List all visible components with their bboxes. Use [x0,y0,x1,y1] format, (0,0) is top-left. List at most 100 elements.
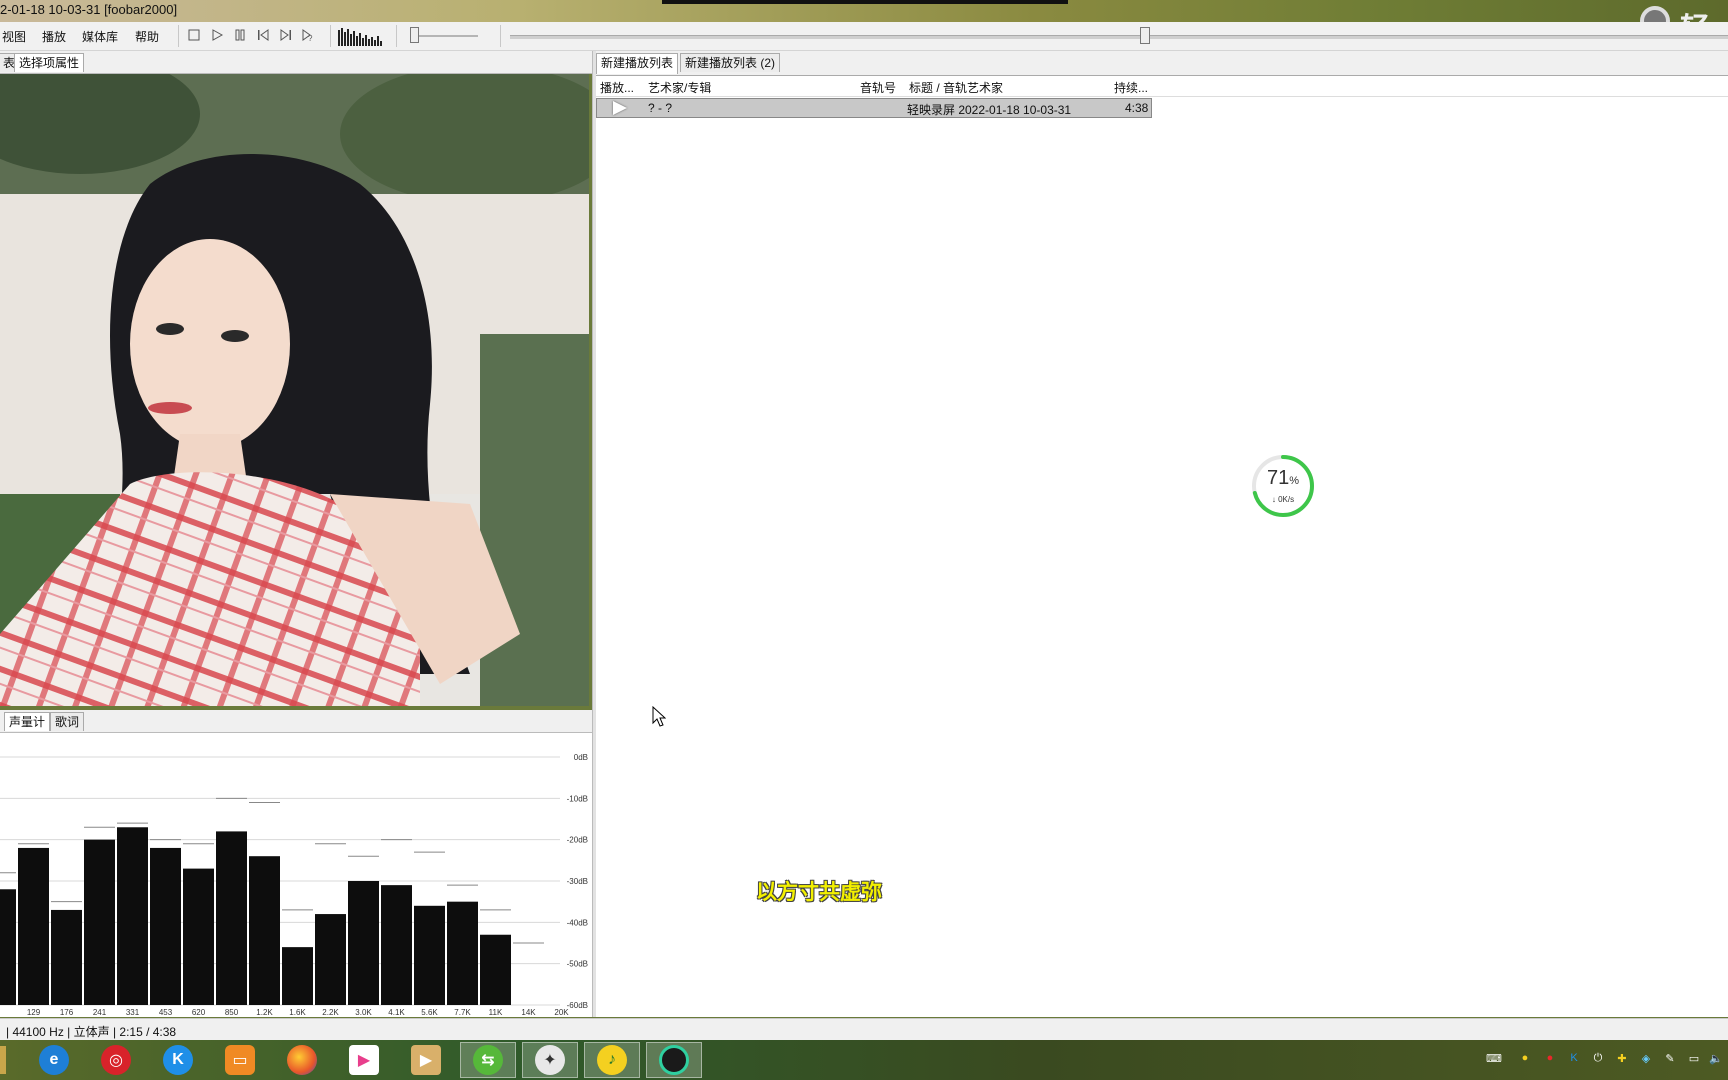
freq-tick-label: 3.0K [355,1008,372,1017]
foobar-icon[interactable]: ✦ [522,1042,578,1078]
gauge-percent: 71% [1266,467,1300,489]
gauge-speed: ↓ 0K/s [1271,495,1295,504]
app-orange-icon[interactable]: ▭ [212,1042,268,1078]
security-tray-icon[interactable]: ◈ [1638,1050,1654,1066]
netease-tray-icon[interactable]: ● [1542,1050,1558,1066]
freq-tick-label: 7.7K [454,1008,471,1017]
column-title-artist[interactable]: 标题 / 音轨艺术家 [909,79,1003,96]
monitor-tray-icon[interactable]: ▭ [1686,1050,1702,1066]
download-progress-gauge[interactable]: 71% ↓ 0K/s [1250,453,1316,519]
video-player-icon[interactable]: ▶ [398,1042,454,1078]
kugou-icon[interactable]: K [150,1042,206,1078]
db-tick-label: -50dB [567,960,588,969]
tab-playlist-2[interactable]: 新建播放列表 (2) [680,53,781,72]
freq-tick-label: 176 [60,1008,74,1017]
random-button[interactable]: ? [301,27,317,43]
spectrum-bar [381,885,412,1005]
vpn-icon[interactable]: ⇆ [460,1042,516,1078]
freq-tick-label: 4.1K [388,1008,405,1017]
netease-music-icon[interactable]: ◎ [88,1042,144,1078]
tab-lyrics[interactable]: 歌词 [50,712,85,731]
mouse-cursor-icon [652,706,666,727]
menu-library[interactable]: 媒体库 [82,28,118,45]
ie-icon[interactable]: e [26,1042,82,1078]
music-app-icon[interactable]: ♪ [584,1042,640,1078]
status-bar: | 44100 Hz | 立体声 | 2:15 / 4:38 [0,1018,1728,1041]
spectrum-bar [183,868,214,1005]
visualization-tabs: 声量计 歌词 [0,710,592,733]
mini-spectrum-bar [347,29,349,46]
spectrum-bar [414,905,445,1005]
keyboard-tray-icon[interactable]: ⌨ [1486,1050,1502,1066]
power-tray-icon[interactable]: ⏻ [1590,1050,1606,1066]
left-panel-tabs: 表 选择项属性 [0,51,592,74]
mini-spectrum-bar [374,40,376,46]
menu-help[interactable]: 帮助 [135,28,159,45]
previous-button[interactable] [255,27,271,43]
youku-icon[interactable]: ▶ [336,1042,392,1078]
plus-tray-icon[interactable]: ✚ [1614,1050,1630,1066]
title-bar: 2-01-18 10-03-31 [foobar2000] 轻 [0,0,1728,46]
spectrum-bar [480,934,511,1005]
random-icon: ? [302,29,313,41]
app-tray-icon[interactable]: ● [1517,1050,1533,1066]
mini-spectrum-bar [362,38,364,46]
mini-spectrum-bar [353,31,355,46]
kugou-tray-icon[interactable]: K [1566,1050,1582,1066]
column-artist-album[interactable]: 艺术家/专辑 [648,79,711,96]
desktop-lyric: 以方寸共虚弥 [756,881,882,904]
pause-button[interactable] [232,27,248,43]
tab-playlist-1[interactable]: 新建播放列表 [596,53,679,74]
row-duration: 4:38 [1125,101,1149,115]
play-button[interactable] [209,27,225,43]
stop-button[interactable] [186,27,202,43]
album-art-image [0,74,589,706]
next-button[interactable] [278,27,294,43]
spectrum-bar [348,881,379,1005]
network-tray-icon[interactable]: ✎ [1662,1050,1678,1066]
db-tick-label: -20dB [567,836,588,845]
album-art [0,74,589,706]
toolbar-separator [500,25,501,47]
spectrum-chart: 0dB -10dB -20dB -30dB -40dB -50dB -60dB 129 176 2… [0,753,588,1017]
record-app-icon[interactable] [646,1042,702,1078]
spectrum-bar [249,856,280,1005]
speaker-tray-icon[interactable]: 🔈 [1708,1050,1724,1066]
tab-volume-meter[interactable]: 声量计 [4,712,51,731]
mini-spectrum-bar [365,35,367,46]
status-text: | 44100 Hz | 立体声 | 2:15 / 4:38 [6,1025,177,1039]
playlist-row[interactable]: ? - ? 轻映录屏 2022-01-18 10-03-31 4:38 [596,98,1152,118]
menu-view[interactable]: 视图 [2,28,26,45]
column-duration[interactable]: 持续... [1114,79,1148,96]
db-tick-label: -10dB [567,794,588,803]
freq-tick-label: 14K [521,1008,536,1017]
toolbar-separator [178,25,179,47]
window-title: 2-01-18 10-03-31 [foobar2000] [0,2,178,17]
playlist-header: 播放... 艺术家/专辑 音轨号 标题 / 音轨艺术家 持续... [596,76,1728,97]
seekbar-track[interactable] [510,35,1728,39]
spectrum-bar [282,947,313,1005]
seekbar-knob[interactable] [1140,27,1150,44]
freq-tick-label: 129 [27,1008,41,1017]
toolbar-separator [330,25,331,47]
row-title: 轻映录屏 2022-01-18 10-03-31 [907,103,1072,117]
spectrum-bar [0,889,16,1005]
menu-playback[interactable]: 播放 [42,28,66,45]
previous-icon [258,29,269,41]
freq-tick-label: 331 [126,1008,140,1017]
spectrum-bar [84,839,115,1005]
start-edge [0,1046,6,1074]
freq-tick-label: 1.2K [256,1008,273,1017]
mini-spectrum-bar [350,34,352,46]
tab-selection-properties[interactable]: 选择项属性 [14,53,85,72]
mini-spectrum-bar [380,41,382,46]
spectrum-bar [150,847,181,1005]
volume-track[interactable] [412,35,478,37]
mini-spectrum-bar [338,30,340,46]
spectrum-bar [117,827,148,1005]
column-playing[interactable]: 播放... [600,79,634,96]
firefox-icon[interactable] [274,1042,330,1078]
column-track-number[interactable]: 音轨号 [860,79,896,96]
spectrum-bar [216,831,247,1005]
volume-slider-knob[interactable] [410,27,419,43]
